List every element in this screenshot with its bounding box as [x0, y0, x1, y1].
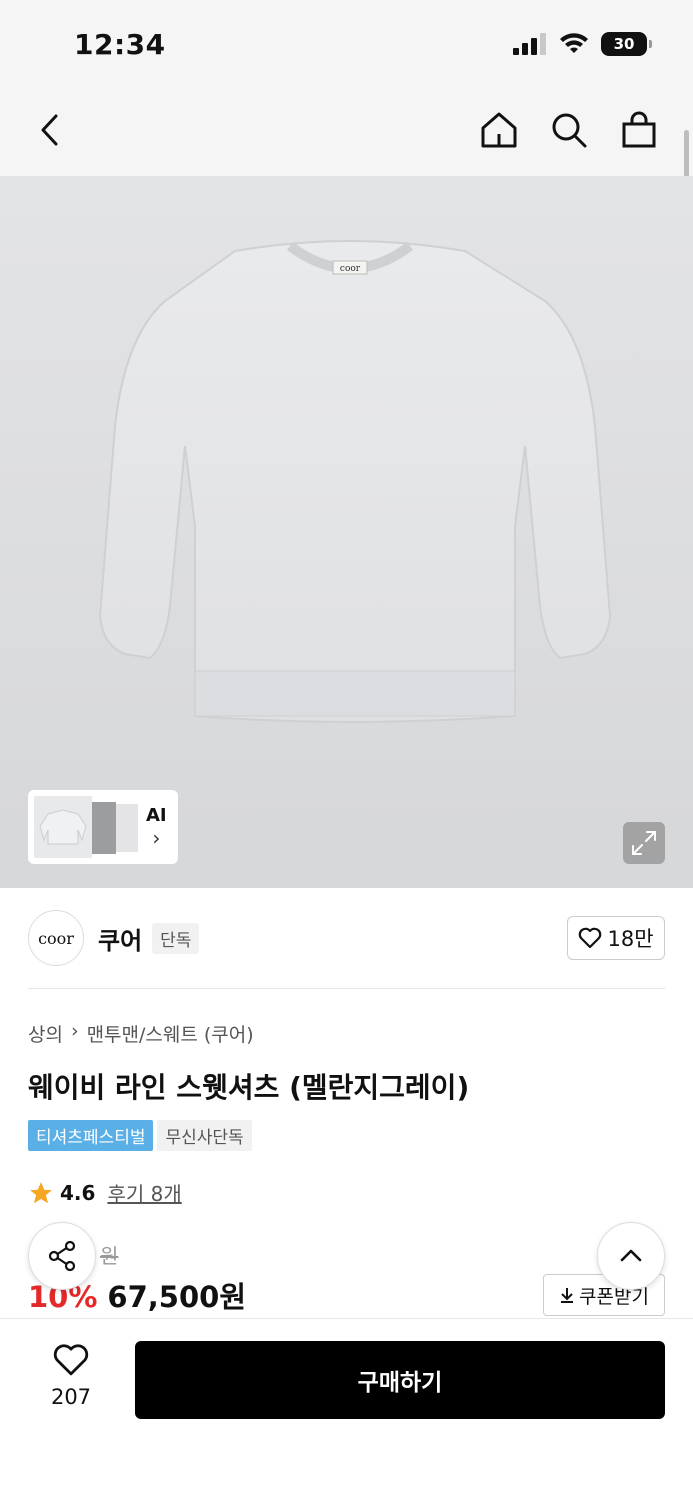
brand-like-count: 18만 [607, 927, 654, 951]
nav-actions [479, 110, 659, 150]
bottom-bar: 207 구매하기 [0, 1318, 693, 1500]
chevron-left-icon [41, 114, 58, 146]
ai-label: AI [146, 804, 167, 826]
brand-label: coor [340, 264, 361, 274]
product-image[interactable]: coor AI › [0, 176, 693, 888]
festival-badge: 티셔츠페스티벌 [28, 1120, 154, 1151]
expand-icon [632, 831, 656, 855]
expand-image-button[interactable] [623, 822, 665, 864]
back-button[interactable] [30, 110, 70, 150]
star-icon [30, 1181, 52, 1203]
thumbnail-3 [114, 804, 138, 852]
sweatshirt-thumb-icon [39, 809, 87, 845]
heart-icon [579, 927, 602, 949]
wifi-icon [560, 33, 588, 53]
status-time: 12:34 [74, 28, 166, 61]
brand-name[interactable]: 쿠어 [98, 921, 142, 956]
product-title: 웨이비 라인 스웻셔츠 (멜란지그레이) [28, 1071, 470, 1104]
brand-row: coor 쿠어 단독 18만 [28, 908, 665, 968]
shopping-bag-icon [622, 111, 656, 148]
chevron-right-icon: › [152, 825, 161, 850]
cellular-signal-icon [513, 33, 546, 55]
chevron-up-icon [620, 1249, 642, 1262]
home-button[interactable] [479, 110, 519, 150]
exclusive-badge: 무신사단독 [157, 1120, 252, 1151]
breadcrumb-category[interactable]: 상의 [28, 1020, 63, 1047]
nav-bar [0, 90, 693, 176]
review-link[interactable]: 후기 8개 [107, 1178, 181, 1207]
breadcrumb-sub-category[interactable]: 맨투맨/스웨트 (쿠어) [87, 1020, 254, 1047]
heart-icon [53, 1344, 89, 1376]
rating-score: 4.6 [60, 1180, 96, 1205]
brand-tag: 단독 [152, 922, 200, 954]
share-icon [48, 1240, 76, 1272]
divider [28, 988, 665, 989]
rating: 4.6 후기 8개 [28, 1178, 182, 1207]
brand-logo-text: coor [38, 928, 74, 948]
download-icon [561, 1288, 574, 1303]
brand-logo[interactable]: coor [28, 910, 84, 966]
status-bar: 12:34 30 [0, 0, 693, 90]
original-price: 원 [100, 1244, 119, 1268]
share-button[interactable] [28, 1222, 96, 1290]
battery-icon: 30 [601, 32, 652, 56]
battery-level: 30 [613, 35, 635, 53]
status-icons: 30 [513, 32, 652, 56]
chevron-right-icon: › [70, 1020, 79, 1042]
badges: 티셔츠페스티벌 무신사단독 [28, 1120, 252, 1151]
product-like-button[interactable]: 207 [40, 1343, 102, 1409]
brand-like-button[interactable]: 18만 [567, 916, 665, 960]
search-button[interactable] [549, 110, 589, 150]
buy-button[interactable]: 구매하기 [135, 1341, 665, 1419]
sale-price: 67,500원 [107, 1280, 247, 1314]
thumbnail-2 [90, 802, 116, 854]
sweatshirt-image: coor [98, 240, 612, 723]
product-like-count: 207 [50, 1385, 92, 1409]
search-icon [552, 113, 587, 148]
thumbnail-images [32, 794, 138, 860]
cart-button[interactable] [619, 110, 659, 150]
scroll-top-button[interactable] [597, 1222, 665, 1290]
home-icon [481, 112, 517, 148]
thumbnail-1 [34, 796, 92, 858]
thumbnail-gallery[interactable]: AI › [28, 790, 178, 864]
ai-gallery-link[interactable]: AI › [146, 805, 167, 850]
breadcrumb: 상의 › 맨투맨/스웨트 (쿠어) [28, 1020, 254, 1047]
